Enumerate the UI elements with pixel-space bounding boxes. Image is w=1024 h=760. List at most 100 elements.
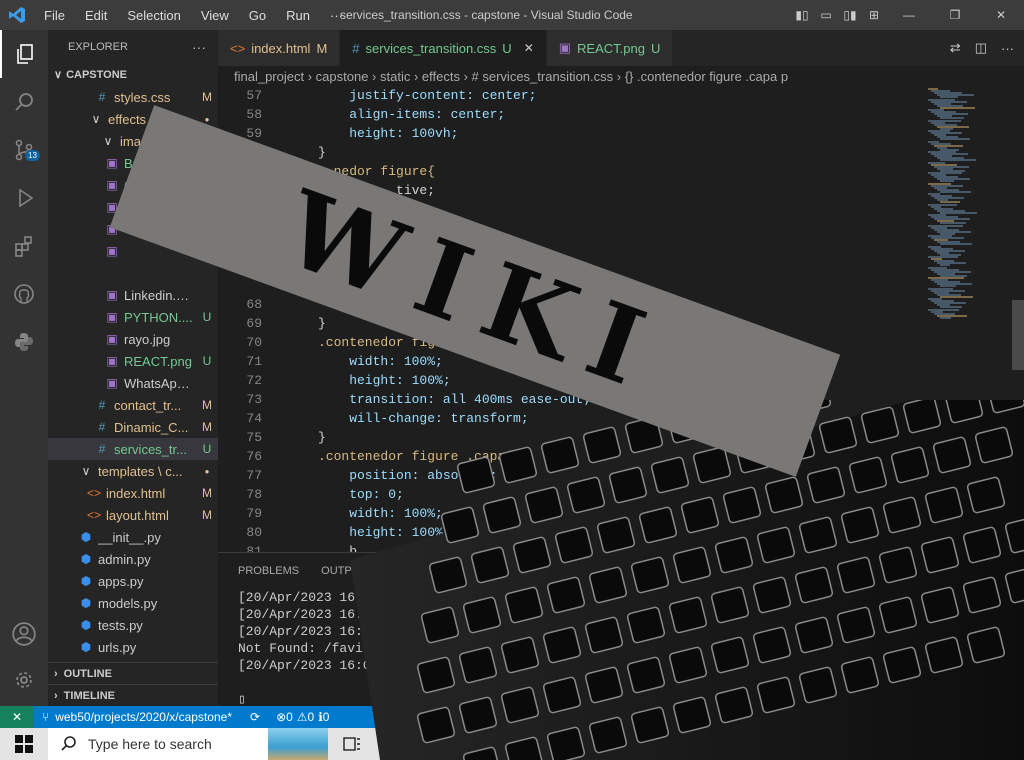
line-number: 75 xyxy=(246,430,262,445)
split-editor-icon[interactable]: ◫ xyxy=(975,40,987,56)
file-row[interactable]: ▣ REACT.png U xyxy=(48,350,218,372)
file-row[interactable]: ▣ Linkedin.png xyxy=(48,284,218,306)
code-line[interactable]: height: 100vh; xyxy=(318,126,458,141)
timeline-section[interactable]: › TIMELINE xyxy=(48,684,218,706)
line-number: 81 xyxy=(246,544,262,552)
breadcrumb-item[interactable]: {} .contenedor figure .capa p xyxy=(625,69,788,84)
taskbar-search[interactable]: Type here to search xyxy=(48,728,328,760)
explorer-more-button[interactable]: ··· xyxy=(192,39,206,55)
source-control-icon[interactable]: 13 xyxy=(0,126,48,174)
open-changes-icon[interactable]: ⇄ xyxy=(950,40,961,56)
css-file-icon: # xyxy=(98,420,106,434)
file-row[interactable]: ⬢ admin.py xyxy=(48,548,218,570)
breadcrumb-item[interactable]: effects xyxy=(422,69,460,84)
menu-item-edit[interactable]: Edit xyxy=(75,8,117,23)
file-row[interactable]: <> index.html M xyxy=(48,482,218,504)
customize-layout-icon[interactable]: ⊞ xyxy=(862,8,886,22)
line-number: 77 xyxy=(246,468,262,483)
minimize-button[interactable]: — xyxy=(886,8,932,22)
git-status: ● xyxy=(204,466,210,476)
breadcrumb-item[interactable]: static xyxy=(380,69,410,84)
run-debug-icon[interactable] xyxy=(0,174,48,222)
menu-bar: File Edit Selection View Go Run ··· xyxy=(34,8,353,23)
tab-react-png[interactable]: ▣ REACT.png U xyxy=(546,30,674,66)
breadcrumb-item[interactable]: capstone xyxy=(316,69,369,84)
menu-item-file[interactable]: File xyxy=(34,8,75,23)
file-row[interactable]: ▣ PYTHON.... U xyxy=(48,306,218,328)
minimap[interactable] xyxy=(924,88,1014,328)
title-bar: File Edit Selection View Go Run ··· services_t… xyxy=(0,0,1024,30)
line-number: 69 xyxy=(246,316,262,331)
line-number: 80 xyxy=(246,525,262,540)
outline-section[interactable]: › OUTLINE xyxy=(48,662,218,684)
git-status: M xyxy=(202,90,212,104)
file-row[interactable]: ⬢ __init__.py xyxy=(48,526,218,548)
file-row[interactable]: ⬢ apps.py xyxy=(48,570,218,592)
breadcrumb-item[interactable]: # services_transition.css xyxy=(472,69,614,84)
project-folder[interactable]: ∨ CAPSTONE xyxy=(48,64,218,86)
toggle-secondary-sidebar-icon[interactable]: ▯▮ xyxy=(838,8,862,22)
github-icon[interactable] xyxy=(0,270,48,318)
breadcrumb-separator: › xyxy=(410,69,422,84)
python-icon[interactable] xyxy=(0,318,48,366)
remote-indicator[interactable]: ✕ xyxy=(0,706,34,728)
tab-services-transition-css[interactable]: # services_transition.css U ✕ xyxy=(340,30,547,66)
breadcrumb-separator: › xyxy=(304,69,316,84)
code-line[interactable]: } xyxy=(318,316,326,331)
code-line[interactable]: } xyxy=(318,430,326,445)
menu-item-view[interactable]: View xyxy=(191,8,239,23)
file-row[interactable]: # Dinamic_C... M xyxy=(48,416,218,438)
image-file-icon: ▣ xyxy=(106,310,118,324)
code-line[interactable]: } xyxy=(318,145,326,160)
problems-indicator[interactable]: ⊗0 ⚠0 ℹ0 xyxy=(270,710,335,724)
file-name: Linkedin.png xyxy=(124,287,196,303)
tab-index-html[interactable]: <> index.html M xyxy=(218,30,341,66)
python-file-icon: ⬢ xyxy=(80,530,92,544)
menu-item-selection[interactable]: Selection xyxy=(117,8,190,23)
settings-gear-icon[interactable] xyxy=(0,656,48,704)
close-icon[interactable]: ✕ xyxy=(524,41,534,55)
branch-item[interactable]: ⑂ web50/projects/2020/x/capstone* xyxy=(34,710,240,724)
python-file-icon: ⬢ xyxy=(80,574,92,588)
menu-item-go[interactable]: Go xyxy=(239,8,276,23)
activity-bar: 13 xyxy=(0,30,48,706)
file-row[interactable]: # services_tr... U xyxy=(48,438,218,460)
windows-start-icon[interactable] xyxy=(0,728,48,760)
breadcrumb-item[interactable]: final_project xyxy=(234,69,304,84)
folder-row[interactable]: ∨ templates \ c... ● xyxy=(48,460,218,482)
file-row[interactable]: ⬢ tests.py xyxy=(48,614,218,636)
file-row[interactable]: ▣ rayo.jpg xyxy=(48,328,218,350)
accounts-icon[interactable] xyxy=(0,610,48,658)
toggle-panel-icon[interactable]: ▭ xyxy=(814,8,838,22)
project-name: CAPSTONE xyxy=(66,69,127,81)
panel-tab-problems[interactable]: PROBLEMS xyxy=(238,565,299,577)
sync-icon[interactable]: ⟳ xyxy=(240,710,270,724)
file-row[interactable] xyxy=(48,262,218,284)
code-line[interactable]: align-items: center; xyxy=(318,107,505,122)
outline-label: OUTLINE xyxy=(63,668,112,680)
breadcrumb-separator: › xyxy=(459,69,472,84)
file-row[interactable]: ⬢ models.py xyxy=(48,592,218,614)
file-row[interactable]: ▣ WhatsApp.png xyxy=(48,372,218,394)
code-line[interactable]: height: 100%; xyxy=(318,373,450,388)
toggle-sidebar-icon[interactable]: ▮▯ xyxy=(790,8,814,22)
close-window-button[interactable]: ✕ xyxy=(978,8,1024,22)
code-line[interactable]: width: 100%; xyxy=(318,354,443,369)
remote-icon: ✕ xyxy=(11,710,23,724)
file-row[interactable]: # contact_tr... M xyxy=(48,394,218,416)
file-row[interactable]: <> layout.html M xyxy=(48,504,218,526)
git-status: M xyxy=(202,398,212,412)
html-file-icon: <> xyxy=(86,486,101,500)
restore-button[interactable]: ❐ xyxy=(932,8,978,22)
menu-item-run[interactable]: Run xyxy=(276,8,320,23)
more-actions-icon[interactable]: ··· xyxy=(1001,41,1014,56)
file-row[interactable]: ⬢ urls.py xyxy=(48,636,218,656)
image-file-icon: ▣ xyxy=(106,288,118,302)
editor-scrollbar[interactable] xyxy=(1012,300,1024,370)
file-row[interactable]: # styles.css M xyxy=(48,86,218,108)
extensions-icon[interactable] xyxy=(0,222,48,270)
search-icon[interactable] xyxy=(0,78,48,126)
window-title: services_transition.css - capstone - Vis… xyxy=(340,8,633,22)
explorer-icon[interactable] xyxy=(0,30,48,78)
code-line[interactable]: justify-content: center; xyxy=(318,88,536,103)
